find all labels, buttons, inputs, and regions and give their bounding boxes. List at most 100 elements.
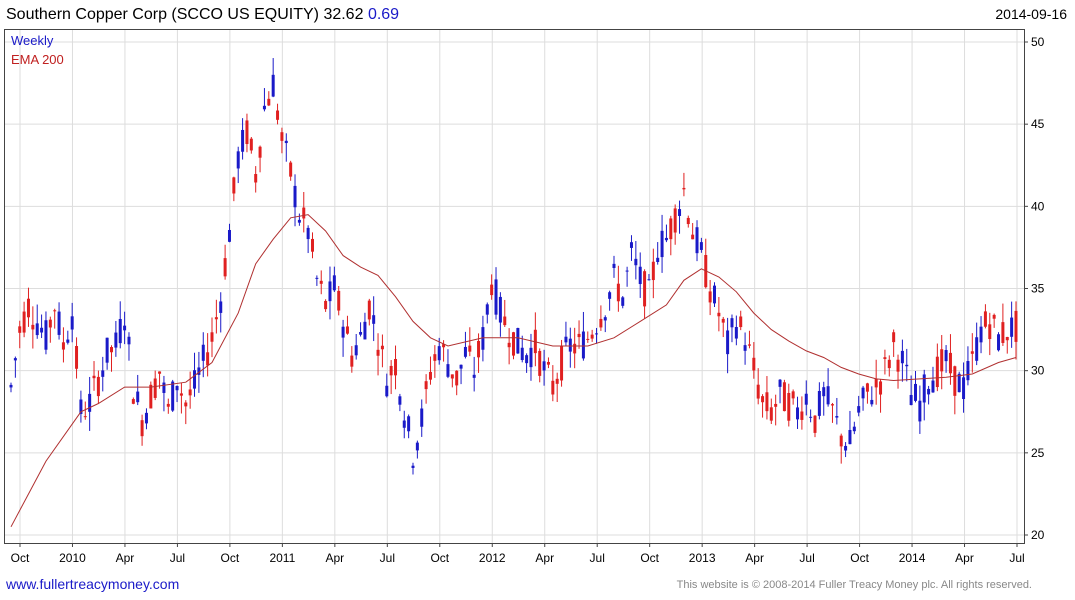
candle-body bbox=[485, 304, 489, 315]
candle-body bbox=[586, 338, 590, 340]
x-tick-label: 2011 bbox=[269, 551, 295, 565]
candle-body bbox=[625, 270, 629, 272]
candle-body bbox=[520, 347, 524, 361]
candle-body bbox=[101, 370, 105, 377]
candle-body bbox=[70, 316, 74, 330]
candle-body bbox=[136, 391, 140, 403]
candle-body bbox=[970, 351, 974, 354]
candle-body bbox=[206, 352, 210, 366]
candle-body bbox=[201, 344, 205, 361]
candle-body bbox=[656, 257, 660, 262]
candle-body bbox=[394, 358, 398, 376]
candle-body bbox=[280, 132, 284, 141]
candle-body bbox=[826, 386, 830, 405]
candle-body bbox=[118, 318, 122, 344]
candle-body bbox=[791, 391, 795, 399]
candle-body bbox=[123, 325, 127, 331]
candle-body bbox=[398, 396, 402, 405]
x-tick-label: 2013 bbox=[689, 551, 716, 565]
candle-body bbox=[822, 387, 826, 397]
y-tick-label: 35 bbox=[1031, 282, 1045, 296]
candle-body bbox=[992, 314, 996, 319]
candle-body bbox=[686, 217, 690, 225]
candle-body bbox=[682, 187, 686, 190]
candle-body bbox=[193, 370, 197, 389]
candle-body bbox=[276, 110, 280, 120]
candle-body bbox=[241, 129, 245, 152]
candle-body bbox=[171, 381, 175, 411]
candle-body bbox=[555, 378, 559, 384]
candle-body bbox=[874, 378, 878, 388]
candle-body bbox=[254, 174, 258, 183]
candle-body bbox=[909, 394, 913, 406]
x-tick-label: Jul bbox=[380, 551, 395, 565]
candle-body bbox=[809, 416, 813, 418]
candle-body bbox=[879, 381, 883, 395]
x-tick-label: Oct bbox=[221, 551, 240, 565]
candle-body bbox=[302, 207, 306, 219]
x-tick-label: Oct bbox=[11, 551, 30, 565]
candle-body bbox=[734, 327, 738, 339]
x-tick-label: 2010 bbox=[59, 551, 86, 565]
candle-body bbox=[311, 238, 314, 252]
candle-body bbox=[1001, 322, 1005, 343]
candle-body bbox=[315, 277, 319, 279]
candle-body bbox=[839, 435, 843, 447]
candle-body bbox=[494, 279, 498, 315]
x-tick-label: Apr bbox=[325, 551, 344, 565]
candle-body bbox=[319, 280, 323, 284]
x-tick-label: 2012 bbox=[479, 551, 506, 565]
candle-body bbox=[516, 327, 520, 354]
candle-body bbox=[415, 442, 419, 451]
candle-body bbox=[219, 301, 223, 313]
candle-body bbox=[153, 378, 157, 398]
candle-body bbox=[892, 332, 896, 343]
candle-body bbox=[376, 349, 380, 356]
candle-body bbox=[730, 318, 734, 328]
candle-body bbox=[957, 373, 961, 393]
x-tick-label: Jul bbox=[590, 551, 605, 565]
x-tick-label: 2014 bbox=[899, 551, 926, 565]
candle-body bbox=[525, 355, 529, 364]
candle-body bbox=[852, 426, 856, 432]
candle-body bbox=[817, 390, 821, 416]
candle-body bbox=[774, 403, 778, 407]
candle-body bbox=[643, 271, 647, 307]
candle-body bbox=[22, 311, 26, 333]
candle-body bbox=[651, 261, 655, 281]
candle-body bbox=[332, 275, 336, 291]
candle-body bbox=[953, 366, 957, 396]
legend-weekly: Weekly bbox=[11, 33, 54, 48]
candle-body bbox=[127, 336, 131, 345]
site-link[interactable]: www.fullertreacymoney.com bbox=[6, 576, 179, 592]
candle-body bbox=[175, 385, 179, 391]
candle-body bbox=[691, 234, 695, 240]
candle-body bbox=[210, 332, 214, 342]
candle-body bbox=[708, 291, 712, 303]
candle-body bbox=[284, 140, 288, 144]
candle-body bbox=[669, 218, 673, 240]
candle-body bbox=[503, 316, 507, 326]
candle-body bbox=[88, 393, 92, 412]
candle-body bbox=[887, 359, 891, 369]
candle-body bbox=[293, 185, 297, 208]
candle-body bbox=[232, 177, 236, 194]
candle-body bbox=[437, 346, 441, 361]
candle-body bbox=[573, 343, 577, 354]
candle-body bbox=[372, 315, 376, 324]
candle-body bbox=[743, 345, 747, 351]
candle-body bbox=[551, 380, 555, 395]
x-tick-label: Apr bbox=[955, 551, 974, 565]
candle-body bbox=[599, 318, 603, 328]
candle-body bbox=[324, 300, 328, 310]
candle-body bbox=[512, 332, 515, 356]
candle-body bbox=[96, 376, 100, 397]
x-tick-label: Oct bbox=[430, 551, 449, 565]
candle-body bbox=[560, 346, 564, 381]
candle-body bbox=[927, 388, 931, 395]
candle-body bbox=[350, 355, 354, 367]
candle-body bbox=[804, 393, 808, 405]
y-tick-label: 45 bbox=[1031, 117, 1045, 131]
candle-body bbox=[542, 361, 546, 371]
candle-body bbox=[564, 336, 568, 343]
